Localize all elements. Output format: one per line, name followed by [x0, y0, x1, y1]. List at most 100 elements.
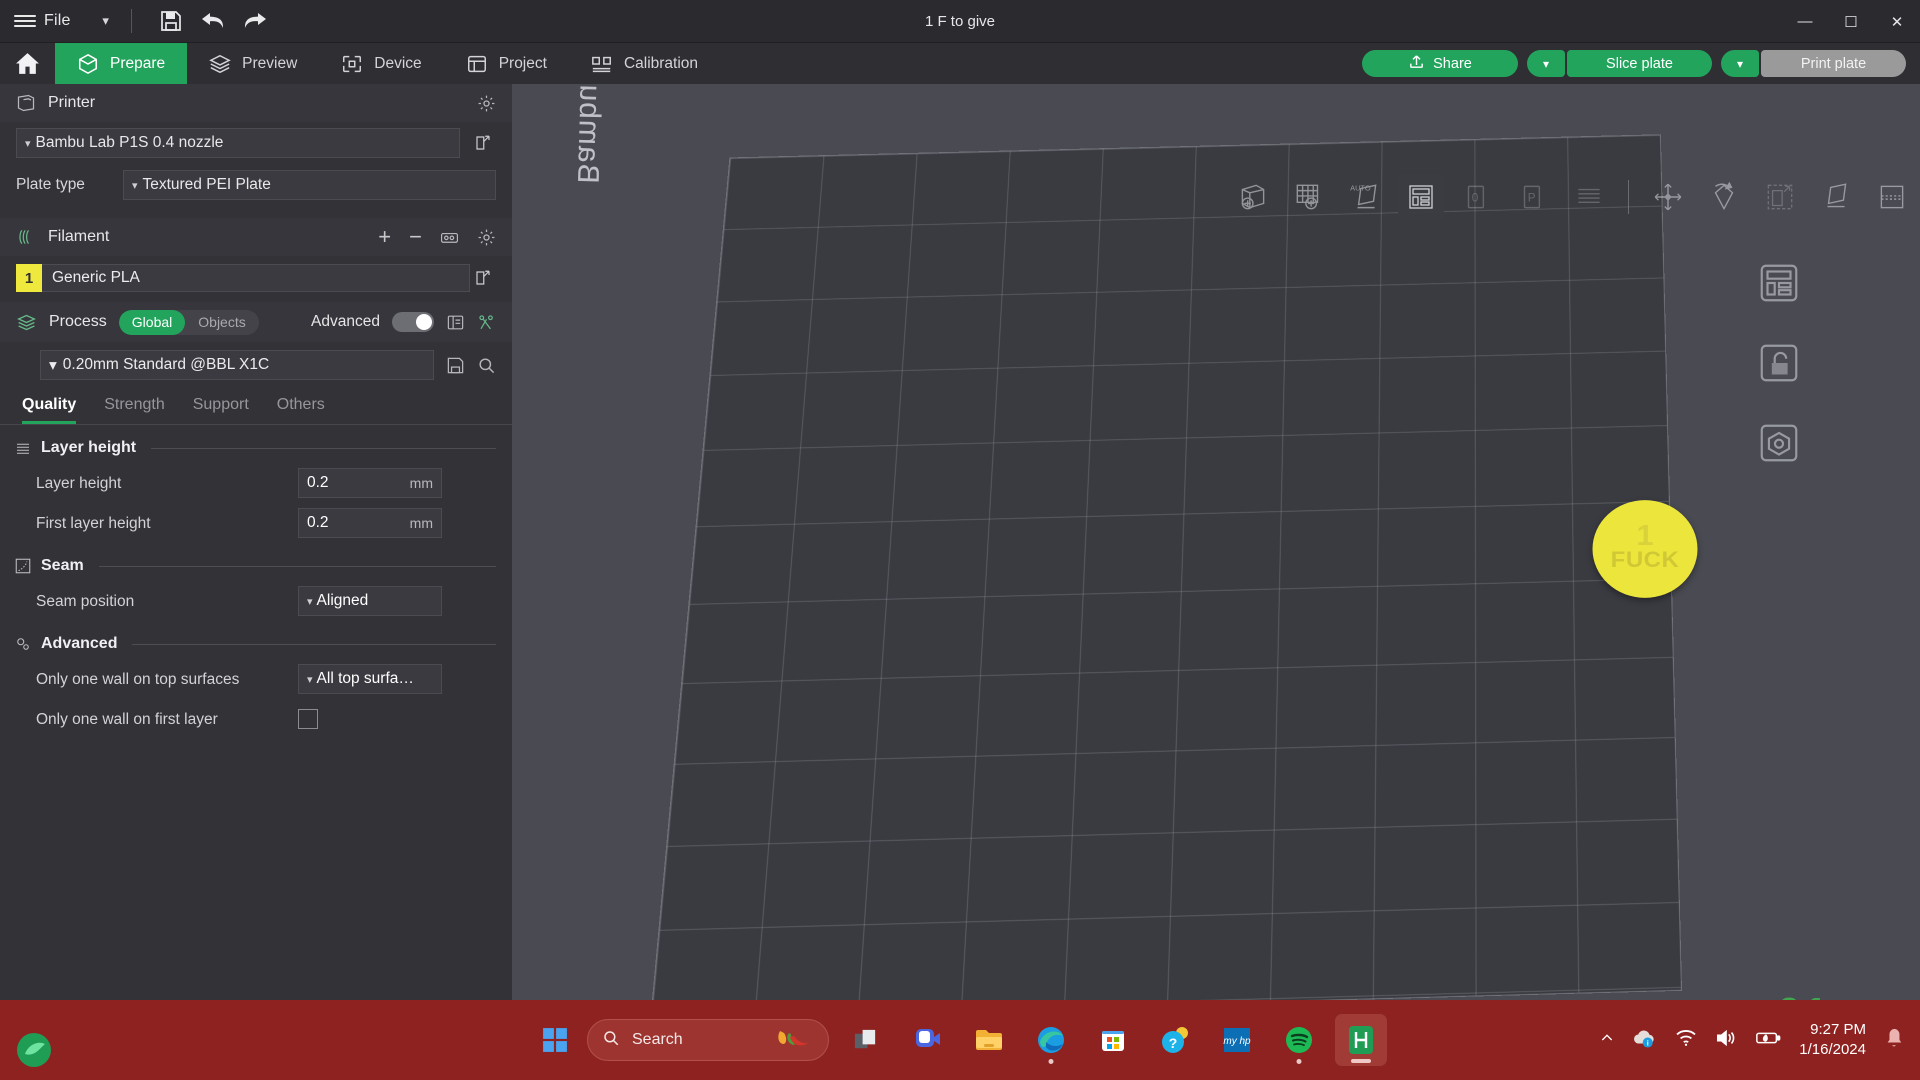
add-object-icon[interactable]: [1230, 174, 1276, 220]
print-plate-button[interactable]: Print plate: [1761, 50, 1906, 77]
preset-customize-icon[interactable]: [477, 313, 496, 332]
filament-row: 1 Generic PLA: [0, 256, 512, 302]
cube-icon: [77, 53, 99, 75]
tab-prepare[interactable]: Prepare: [55, 43, 188, 84]
build-plate[interactable]: [651, 135, 1681, 1000]
tab-project[interactable]: Project: [444, 43, 569, 84]
chili-pepper-icon[interactable]: [774, 1025, 814, 1056]
microsoft-store-icon[interactable]: [1087, 1014, 1139, 1066]
rotate-icon[interactable]: [1701, 174, 1747, 220]
volume-icon[interactable]: [1715, 1028, 1737, 1053]
clock-time: 9:27 PM: [1810, 1021, 1866, 1038]
start-icon[interactable]: [533, 1018, 577, 1062]
share-button[interactable]: Share: [1362, 50, 1518, 77]
document-icon: [466, 53, 488, 75]
printer-model-value: Bambu Lab P1S 0.4 nozzle: [35, 134, 224, 151]
slice-plate-split-button[interactable]: ▾ Slice plate: [1527, 50, 1712, 77]
one-wall-first-layer-checkbox[interactable]: [298, 709, 318, 729]
auto-arrange-icon[interactable]: AUTO: [1342, 174, 1388, 220]
right-toolbar-nut[interactable]: [1750, 414, 1808, 472]
orient-icon[interactable]: 0: [1454, 174, 1500, 220]
spotify-icon[interactable]: [1273, 1014, 1325, 1066]
one-wall-top-surfaces-select[interactable]: ▾ All top surfa…: [298, 664, 442, 694]
layer-height-input[interactable]: 0.2 mm: [298, 468, 442, 498]
add-filament-button[interactable]: +: [378, 224, 391, 250]
zoom-icon[interactable]: [901, 1014, 953, 1066]
save-icon[interactable]: [150, 0, 192, 43]
undo-icon[interactable]: [192, 0, 234, 43]
unlock-icon[interactable]: [1750, 334, 1808, 392]
remove-filament-button[interactable]: −: [409, 224, 422, 250]
printer-section-header: Printer: [0, 84, 512, 122]
tab-device[interactable]: Device: [319, 43, 443, 84]
move-icon[interactable]: [1645, 174, 1691, 220]
print-dropdown-chevron-down-icon[interactable]: ▾: [1721, 50, 1759, 77]
lay-flat-icon[interactable]: [1813, 174, 1859, 220]
task-view-icon[interactable]: [839, 1014, 891, 1066]
printer-settings-gear-icon[interactable]: [477, 94, 496, 113]
slice-plate-button[interactable]: Slice plate: [1567, 50, 1712, 77]
nut-icon[interactable]: [1750, 414, 1808, 472]
chevron-up-icon[interactable]: [1599, 1030, 1615, 1051]
filament-settings-gear-icon[interactable]: [477, 228, 496, 247]
bambu-desktop-icon[interactable]: [12, 1028, 56, 1072]
minimize-button[interactable]: —: [1782, 0, 1828, 43]
add-plate-icon[interactable]: [1286, 174, 1332, 220]
object-list-icon[interactable]: [1750, 254, 1808, 312]
wifi-icon[interactable]: [1675, 1029, 1697, 1052]
layout-icon[interactable]: [1398, 174, 1444, 220]
edge-icon[interactable]: [1025, 1014, 1077, 1066]
edit-filament-icon[interactable]: [470, 269, 496, 287]
edit-printer-icon[interactable]: [470, 134, 496, 152]
place-on-face-icon[interactable]: P: [1510, 174, 1556, 220]
search-preset-icon[interactable]: [477, 356, 496, 375]
save-preset-icon[interactable]: [446, 356, 465, 375]
scope-global-option[interactable]: Global: [118, 309, 186, 335]
search-input[interactable]: Search: [587, 1019, 829, 1061]
file-menu-label[interactable]: File: [44, 12, 71, 30]
help-icon[interactable]: ?: [1149, 1014, 1201, 1066]
chevron-down-icon[interactable]: ▾: [93, 13, 119, 29]
first-layer-height-input[interactable]: 0.2 mm: [298, 508, 442, 538]
tab-calibration[interactable]: Calibration: [569, 43, 720, 84]
home-icon[interactable]: [0, 43, 55, 84]
process-preset-select[interactable]: ▾ 0.20mm Standard @BBL X1C: [40, 350, 434, 380]
filament-index-badge[interactable]: 1: [16, 264, 42, 292]
bell-icon[interactable]: [1884, 1027, 1904, 1054]
scale-icon[interactable]: [1757, 174, 1803, 220]
clock[interactable]: 9:27 PM 1/16/2024: [1799, 1020, 1866, 1060]
model-object-coin[interactable]: 1 FUCK: [1592, 500, 1698, 598]
tab-others[interactable]: Others: [277, 396, 325, 424]
plate-type-select[interactable]: ▾ Textured PEI Plate: [122, 170, 496, 200]
right-toolbar-lock[interactable]: [1750, 334, 1808, 392]
cut-icon[interactable]: [1869, 174, 1915, 220]
tab-preview[interactable]: Preview: [187, 43, 319, 84]
3d-viewport[interactable]: Bambu Textured PEI Plate 1 FUCK x 01: [512, 84, 1920, 1000]
advanced-toggle[interactable]: [392, 312, 434, 332]
process-scope-toggle[interactable]: Global Objects: [118, 309, 259, 335]
maximize-button[interactable]: ☐: [1828, 0, 1874, 43]
onedrive-icon[interactable]: i: [1633, 1028, 1657, 1053]
tab-support[interactable]: Support: [193, 396, 249, 424]
param-row-first-layer-height: First layer height 0.2 mm: [0, 503, 512, 543]
right-toolbar-object-list[interactable]: [1750, 254, 1808, 312]
battery-icon[interactable]: [1755, 1029, 1781, 1052]
seam-position-select[interactable]: ▾ Aligned: [298, 586, 442, 616]
myhp-icon[interactable]: my hp: [1211, 1014, 1263, 1066]
menu-icon[interactable]: [14, 15, 36, 27]
print-plate-split-button[interactable]: ▾ Print plate: [1721, 50, 1906, 77]
file-explorer-icon[interactable]: [963, 1014, 1015, 1066]
close-button[interactable]: ✕: [1874, 0, 1920, 43]
slice-dropdown-chevron-down-icon[interactable]: ▾: [1527, 50, 1565, 77]
scope-objects-option[interactable]: Objects: [185, 310, 258, 335]
filament-ams-icon[interactable]: [440, 228, 459, 247]
redo-icon[interactable]: [234, 0, 276, 43]
tab-strength[interactable]: Strength: [104, 396, 164, 424]
compare-presets-icon[interactable]: [446, 313, 465, 332]
variable-layer-height-icon[interactable]: [1566, 174, 1612, 220]
filament-name[interactable]: Generic PLA: [42, 264, 470, 292]
chevron-down-icon: ▾: [307, 595, 313, 608]
tab-quality[interactable]: Quality: [22, 396, 77, 424]
bambu-studio-icon[interactable]: [1335, 1014, 1387, 1066]
printer-model-select[interactable]: ▾ Bambu Lab P1S 0.4 nozzle: [16, 128, 460, 158]
